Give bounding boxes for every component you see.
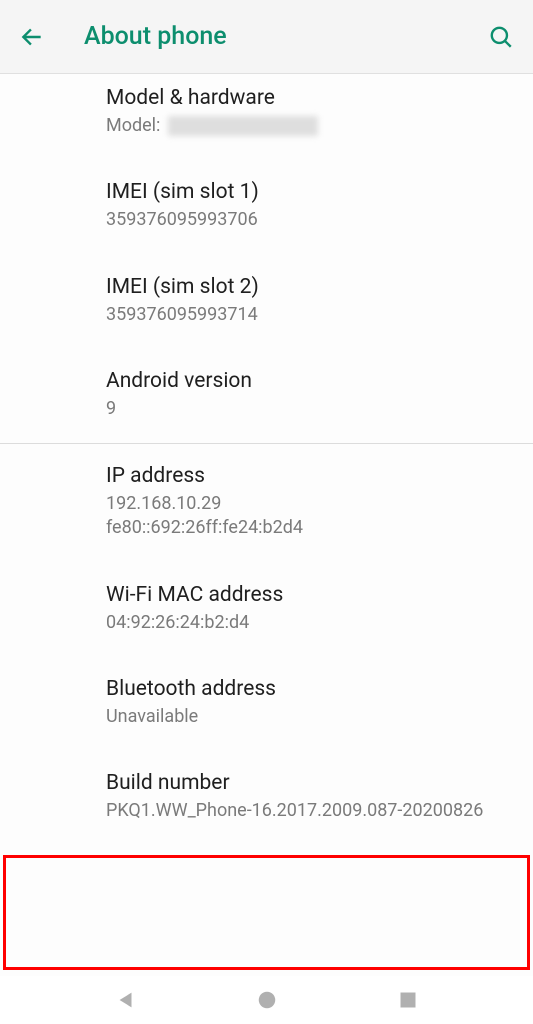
item-title: IMEI (sim slot 2) [106, 275, 513, 299]
bluetooth-address-item[interactable]: Bluetooth address Unavailable [106, 657, 513, 751]
nav-recent-icon[interactable] [398, 990, 418, 1010]
nav-back-icon[interactable] [115, 989, 137, 1011]
back-arrow-icon[interactable] [18, 23, 46, 51]
ip-v6: fe80::692:26ff:fe24:b2d4 [106, 516, 513, 540]
model-label: Model: [106, 114, 160, 138]
settings-list: Model & hardware Model: IMEI (sim slot 1… [0, 74, 533, 846]
item-title: IMEI (sim slot 1) [106, 180, 513, 204]
item-title: Wi-Fi MAC address [106, 583, 513, 607]
item-title: Build number [106, 771, 513, 795]
android-version-item[interactable]: Android version 9 [106, 349, 513, 443]
item-value: 359376095993706 [106, 208, 513, 232]
search-icon[interactable] [487, 23, 515, 51]
item-value: Model: [106, 114, 513, 138]
model-value-redacted [168, 116, 318, 136]
item-title: Model & hardware [106, 86, 513, 110]
imei-slot1-item[interactable]: IMEI (sim slot 1) 359376095993706 [106, 160, 513, 254]
item-value: 9 [106, 397, 513, 421]
item-title: IP address [106, 464, 513, 488]
page-title: About phone [84, 22, 487, 51]
item-value: PKQ1.WW_Phone-16.2017.2009.087-20200826 [106, 799, 513, 823]
ip-address-item[interactable]: IP address 192.168.10.29 fe80::692:26ff:… [106, 444, 513, 563]
nav-home-icon[interactable] [256, 989, 278, 1011]
item-value: 192.168.10.29 fe80::692:26ff:fe24:b2d4 [106, 492, 513, 541]
build-number-item[interactable]: Build number PKQ1.WW_Phone-16.2017.2009.… [106, 751, 513, 845]
model-hardware-item[interactable]: Model & hardware Model: [106, 74, 513, 160]
item-title: Bluetooth address [106, 677, 513, 701]
ip-v4: 192.168.10.29 [106, 492, 513, 516]
highlight-box [3, 855, 530, 970]
item-value: 04:92:26:24:b2:d4 [106, 611, 513, 635]
item-value: Unavailable [106, 705, 513, 729]
item-value: 359376095993714 [106, 303, 513, 327]
item-title: Android version [106, 369, 513, 393]
wifi-mac-item[interactable]: Wi-Fi MAC address 04:92:26:24:b2:d4 [106, 563, 513, 657]
imei-slot2-item[interactable]: IMEI (sim slot 2) 359376095993714 [106, 255, 513, 349]
app-header: About phone [0, 0, 533, 74]
navigation-bar [0, 976, 533, 1024]
